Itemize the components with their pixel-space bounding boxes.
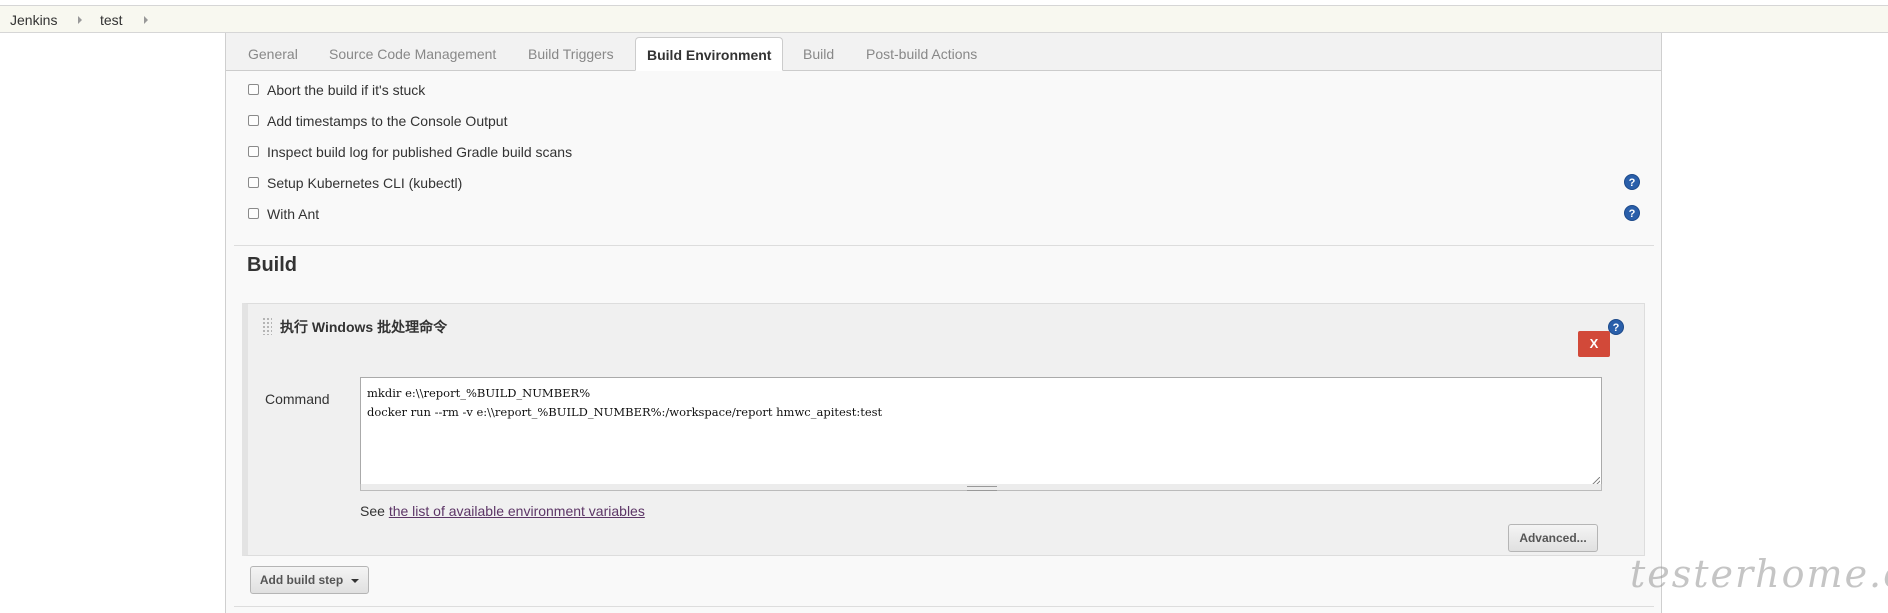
help-icon[interactable]: ?: [1624, 205, 1640, 221]
option-label: Add timestamps to the Console Output: [267, 113, 508, 129]
build-step-title: 执行 Windows 批处理命令: [280, 319, 448, 335]
tab-build-environment[interactable]: Build Environment: [635, 37, 784, 71]
breadcrumb: Jenkins test: [0, 5, 1888, 33]
add-build-step-button[interactable]: Add build step: [250, 566, 369, 594]
build-section-title: Build: [247, 254, 297, 276]
add-build-step-label: Add build step: [259, 573, 344, 587]
env-vars-hint: See the list of available environment va…: [360, 503, 645, 519]
help-icon[interactable]: ?: [1608, 319, 1624, 335]
checkbox[interactable]: [248, 115, 259, 126]
breadcrumb-separator-icon[interactable]: [78, 16, 82, 24]
tab-build[interactable]: Build: [803, 46, 834, 62]
watermark: testerhome.com: [1630, 552, 1888, 596]
caret-down-icon: [351, 578, 360, 583]
config-tabbar: General Source Code Management Build Tri…: [226, 33, 1661, 71]
help-icon[interactable]: ?: [1624, 174, 1640, 190]
tab-source-code-management[interactable]: Source Code Management: [329, 46, 496, 62]
breadcrumb-separator-icon[interactable]: [144, 16, 148, 24]
checkbox[interactable]: [248, 84, 259, 95]
textarea-expand-grip[interactable]: [360, 484, 1602, 491]
section-divider: [234, 245, 1654, 246]
env-vars-link[interactable]: the list of available environment variab…: [389, 503, 645, 519]
checkbox[interactable]: [248, 177, 259, 188]
checkbox[interactable]: [248, 146, 259, 157]
option-label: Setup Kubernetes CLI (kubectl): [267, 175, 463, 191]
option-label: Inspect build log for published Gradle b…: [267, 144, 573, 160]
section-divider: [234, 606, 1654, 607]
option-label: Abort the build if it's stuck: [267, 82, 426, 98]
command-label: Command: [265, 391, 330, 407]
tab-build-triggers[interactable]: Build Triggers: [528, 46, 614, 62]
option-label: With Ant: [267, 206, 320, 222]
drag-handle-icon[interactable]: [262, 317, 272, 335]
checkbox[interactable]: [248, 208, 259, 219]
tab-post-build-actions[interactable]: Post-build Actions: [866, 46, 977, 62]
delete-step-button[interactable]: X: [1578, 331, 1610, 357]
job-config-panel: General Source Code Management Build Tri…: [225, 33, 1662, 613]
breadcrumb-jenkins[interactable]: Jenkins: [10, 12, 57, 28]
advanced-button[interactable]: Advanced...: [1508, 524, 1598, 552]
see-text: See: [360, 503, 389, 519]
breadcrumb-test[interactable]: test: [100, 12, 123, 28]
command-textarea[interactable]: mkdir e:\\report_%BUILD_NUMBER% docker r…: [360, 377, 1602, 487]
tab-general[interactable]: General: [248, 46, 298, 62]
